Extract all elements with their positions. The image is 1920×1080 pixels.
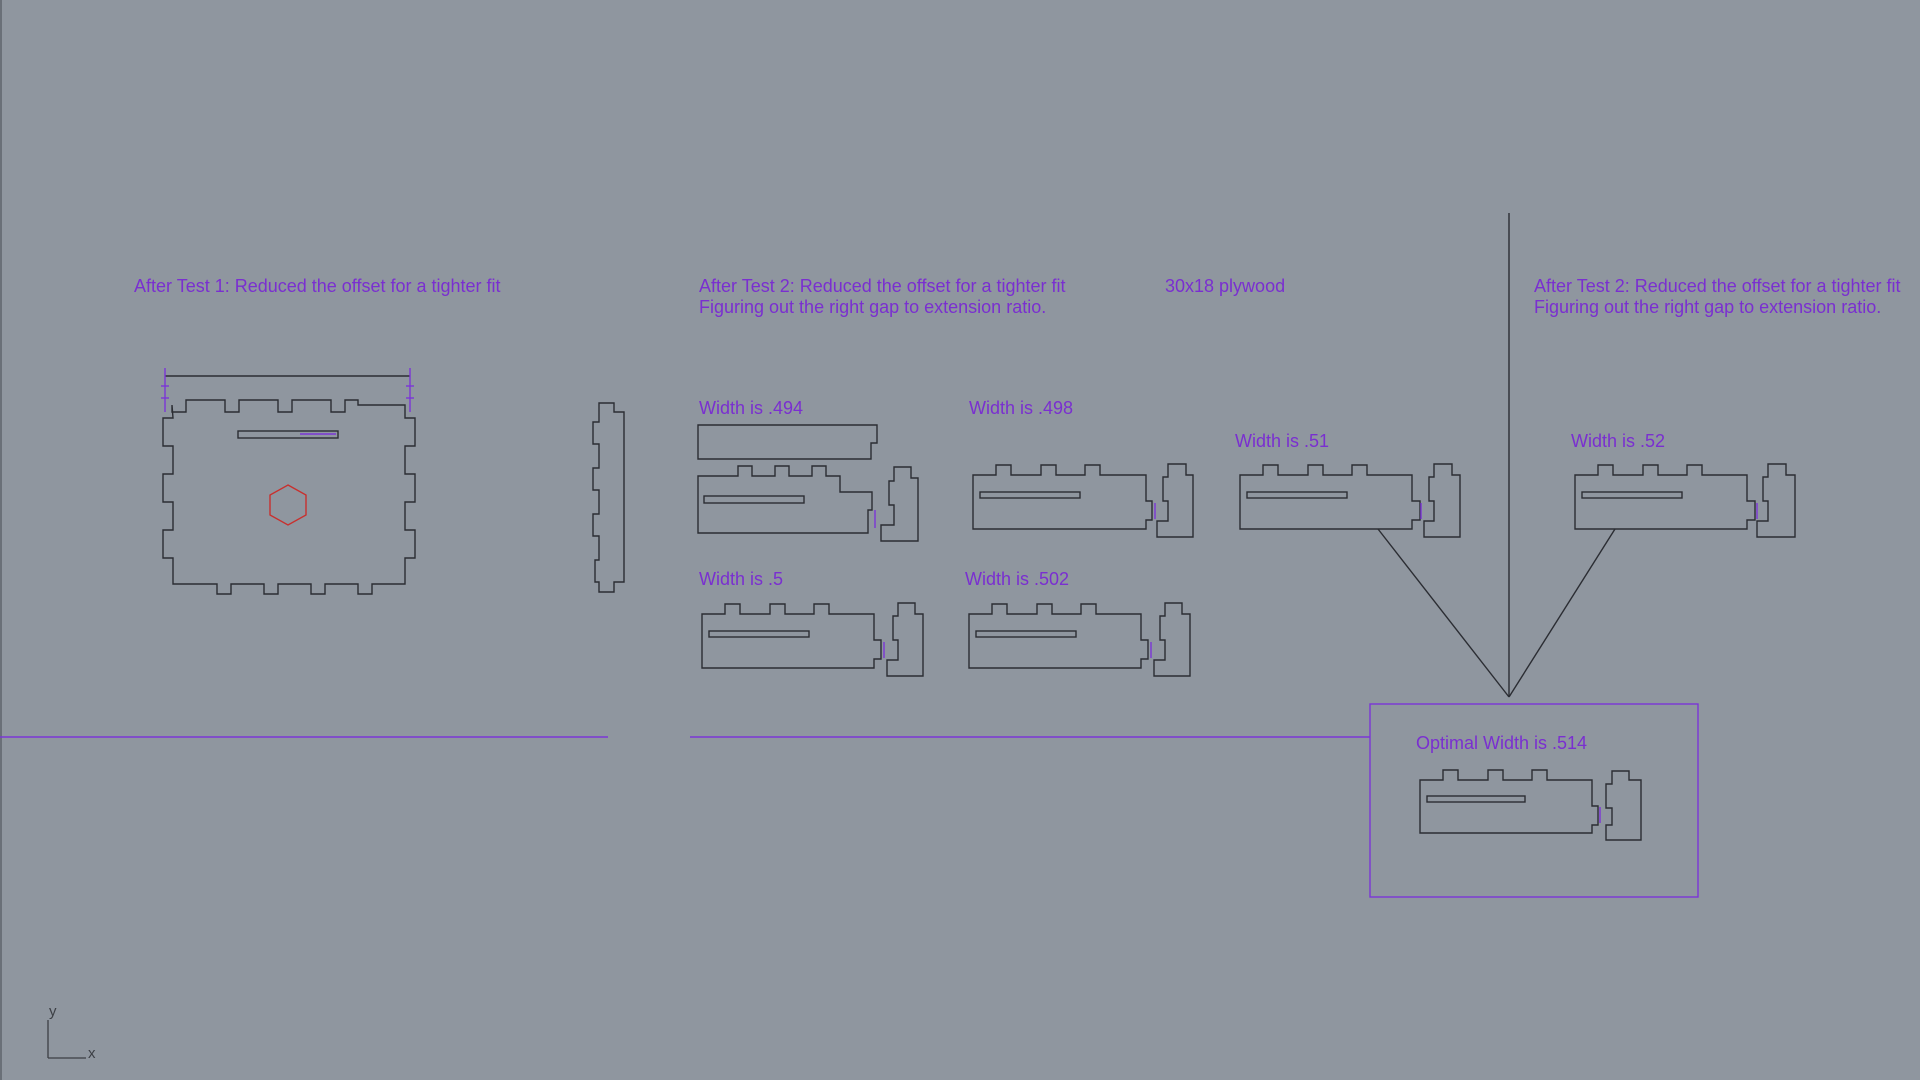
axis-icon — [47, 1020, 86, 1059]
piece-w494[interactable] — [697, 424, 919, 542]
label-optimal-width: Optimal Width is .514 — [1416, 733, 1588, 753]
note-test2-left: After Test 2: Reduced the offset for a t… — [699, 276, 1066, 317]
label-width-5: Width is .5 — [699, 569, 784, 589]
note-material: 30x18 plywood — [1165, 276, 1286, 296]
label-width-498: Width is .498 — [969, 398, 1074, 418]
piece-w5[interactable] — [701, 602, 924, 677]
leader-line-w51 — [1377, 528, 1510, 698]
label-width-502: Width is .502 — [965, 569, 1070, 589]
label-width-52: Width is .52 — [1571, 431, 1666, 451]
piece-optimal[interactable] — [1419, 769, 1642, 841]
piece-w502[interactable] — [968, 602, 1191, 677]
note-test1: After Test 1: Reduced the offset for a t… — [134, 276, 501, 296]
rhino-viewport-top[interactable]: After Test 1: Reduced the offset for a t… — [0, 0, 1920, 1080]
piece-w51[interactable] — [1239, 463, 1461, 538]
test1-box-panel[interactable] — [161, 368, 416, 595]
leader-line-w52 — [1508, 528, 1616, 698]
axis-x-label: x — [88, 1045, 96, 1062]
note-test2-right: After Test 2: Reduced the offset for a t… — [1534, 276, 1901, 317]
hexagon-icon[interactable] — [269, 484, 307, 526]
piece-w498[interactable] — [972, 463, 1194, 538]
label-width-494: Width is .494 — [699, 398, 804, 418]
test1-side-strip[interactable] — [592, 402, 625, 593]
axis-y-label: y — [49, 1003, 57, 1020]
label-width-51: Width is .51 — [1235, 431, 1330, 451]
piece-w52[interactable] — [1574, 463, 1796, 538]
drawing-canvas[interactable] — [0, 0, 1920, 1080]
